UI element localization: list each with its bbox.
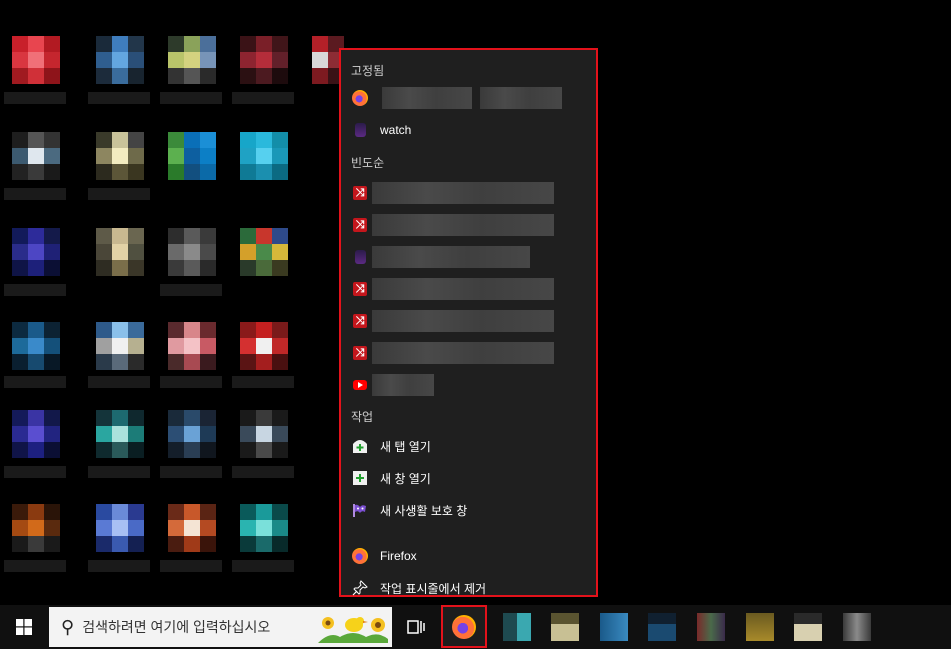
new-window-label: 새 창 열기: [380, 471, 431, 486]
desktop-icon[interactable]: [168, 322, 216, 370]
search-placeholder: 검색하려면 여기에 입력하십시오: [82, 619, 271, 635]
search-highlight-illustration: [318, 611, 388, 643]
desktop-icon[interactable]: [240, 504, 288, 552]
shuffle-icon: ⤨: [352, 313, 368, 329]
youtube-icon: [352, 377, 368, 393]
windows-icon: [16, 619, 32, 635]
unpin-label: 작업 표시줄에서 제거: [380, 581, 487, 596]
desktop-icon[interactable]: [168, 410, 216, 458]
firefox-small-icon: [352, 249, 368, 265]
private-window-label: 새 사생활 보호 창: [380, 503, 468, 518]
taskbar-app-button[interactable]: [600, 613, 628, 641]
firefox-app-label: Firefox: [380, 549, 417, 563]
shuffle-icon: ⤨: [352, 281, 368, 297]
desktop-icon[interactable]: [96, 36, 144, 84]
start-button[interactable]: [0, 605, 48, 649]
taskbar-firefox-button[interactable]: [441, 605, 487, 648]
desktop-icon[interactable]: [96, 228, 144, 276]
desktop-icon[interactable]: [240, 132, 288, 180]
task-view-icon: [407, 620, 425, 634]
desktop-icon[interactable]: [96, 132, 144, 180]
taskbar: ⚲ 검색하려면 여기에 입력하십시오: [0, 605, 951, 649]
desktop-icon[interactable]: [96, 504, 144, 552]
frequent-item[interactable]: ⤨: [343, 274, 596, 304]
frequent-item[interactable]: ⤨: [343, 178, 596, 208]
desktop-icon[interactable]: [12, 132, 60, 180]
desktop-icon[interactable]: [168, 504, 216, 552]
taskbar-app-button[interactable]: [503, 613, 531, 641]
new-window-task[interactable]: 새 창 열기: [343, 463, 596, 493]
desktop-icon[interactable]: [96, 410, 144, 458]
desktop-icon[interactable]: [12, 36, 60, 84]
taskbar-app-button[interactable]: [746, 613, 774, 641]
tasks-section-title: 작업: [351, 410, 374, 424]
desktop-icon[interactable]: [96, 322, 144, 370]
search-icon: ⚲: [61, 616, 75, 637]
frequent-item[interactable]: [343, 370, 596, 400]
frequent-section-title: 빈도순: [351, 156, 385, 170]
desktop-icon[interactable]: [12, 504, 60, 552]
taskbar-app-button[interactable]: [551, 613, 579, 641]
pinned-item-label: watch: [380, 123, 412, 137]
firefox-jump-list: 고정됨 watch 빈도순 ⤨ ⤨ ⤨ ⤨ ⤨ 작업 새 탭 열기 새 창 열기…: [339, 48, 598, 597]
desktop-icon[interactable]: [240, 410, 288, 458]
desktop-icon[interactable]: [168, 132, 216, 180]
pinned-item[interactable]: [343, 83, 596, 113]
firefox-icon: [352, 90, 368, 106]
firefox-app-item[interactable]: Firefox: [343, 541, 596, 571]
frequent-item[interactable]: [343, 242, 596, 272]
private-window-icon: [352, 502, 368, 518]
taskbar-app-button[interactable]: [843, 613, 871, 641]
desktop-icon[interactable]: [12, 322, 60, 370]
desktop-icon[interactable]: [240, 228, 288, 276]
desktop-icon[interactable]: [12, 410, 60, 458]
new-tab-task[interactable]: 새 탭 열기: [343, 431, 596, 461]
search-box[interactable]: ⚲ 검색하려면 여기에 입력하십시오: [49, 607, 392, 647]
firefox-icon: [452, 614, 476, 639]
task-view-button[interactable]: [400, 605, 432, 649]
new-tab-label: 새 탭 열기: [380, 439, 431, 454]
desktop-icon[interactable]: [240, 322, 288, 370]
unpin-from-taskbar-item[interactable]: 작업 표시줄에서 제거: [343, 573, 596, 603]
frequent-item[interactable]: ⤨: [343, 306, 596, 336]
taskbar-app-button[interactable]: [794, 613, 822, 641]
private-window-task[interactable]: 새 사생활 보호 창: [343, 495, 596, 525]
desktop-icon[interactable]: [12, 228, 60, 276]
shuffle-icon: ⤨: [352, 345, 368, 361]
new-tab-icon: [352, 438, 368, 454]
firefox-small-icon: [352, 122, 368, 138]
pinned-item-watch[interactable]: watch: [343, 115, 596, 145]
desktop-icon[interactable]: [168, 36, 216, 84]
taskbar-app-button[interactable]: [697, 613, 725, 641]
frequent-item[interactable]: ⤨: [343, 210, 596, 240]
firefox-icon: [352, 548, 368, 564]
desktop-icon[interactable]: [240, 36, 288, 84]
pinned-section-title: 고정됨: [351, 64, 385, 78]
unpin-icon: [352, 580, 368, 596]
taskbar-app-button[interactable]: [648, 613, 676, 641]
shuffle-icon: ⤨: [352, 185, 368, 201]
desktop-icon[interactable]: [168, 228, 216, 276]
new-window-icon: [352, 470, 368, 486]
shuffle-icon: ⤨: [352, 217, 368, 233]
frequent-item[interactable]: ⤨: [343, 338, 596, 368]
